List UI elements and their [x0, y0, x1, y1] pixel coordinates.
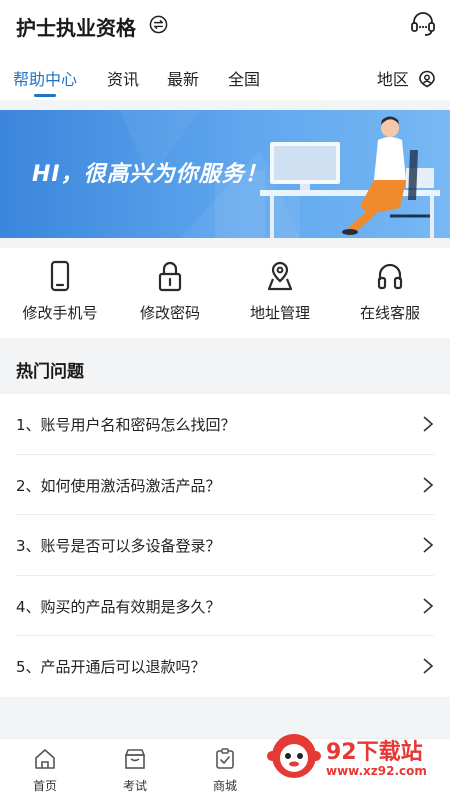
list-item[interactable]: 3、账号是否可以多设备登录？: [16, 515, 434, 576]
section-divider: [0, 100, 450, 110]
change-phone-button[interactable]: 修改手机号: [4, 248, 116, 338]
nav-exam[interactable]: 考试: [105, 747, 165, 794]
map-pin-icon: [267, 261, 293, 291]
lock-icon: [158, 261, 182, 292]
question-text: 1、账号用户名和密码怎么找回？: [16, 416, 236, 434]
headphones-icon: [377, 263, 403, 290]
question-text: 5、产品开通后可以退款吗？: [16, 658, 206, 676]
tab-latest[interactable]: 最新: [167, 66, 199, 90]
question-text: 4、购买的产品有效期是多久？: [16, 597, 221, 616]
tab-news[interactable]: 资讯: [107, 66, 139, 90]
watermark: 92下载站 www.xz92.com: [262, 722, 450, 786]
nav-label: 商城: [212, 779, 237, 793]
chevron-right-icon: [423, 416, 434, 432]
quick-action-label: 修改手机号: [22, 304, 98, 322]
location-person-icon: [419, 70, 435, 88]
list-item[interactable]: 2、如何使用激活码激活产品？: [16, 455, 434, 515]
region-selector[interactable]: 地区: [377, 66, 436, 90]
chevron-right-icon: [423, 658, 434, 674]
quick-actions: 修改手机号 修改密码 地址管理 在线客服: [0, 248, 450, 338]
phone-icon: [50, 260, 70, 292]
nav-home[interactable]: 首页: [15, 747, 75, 794]
swap-circle-icon[interactable]: [149, 15, 168, 34]
list-item[interactable]: 4、购买的产品有效期是多久？: [16, 576, 434, 636]
list-item[interactable]: 1、账号用户名和密码怎么找回？: [16, 394, 434, 455]
exam-box-icon: [125, 749, 145, 769]
change-password-button[interactable]: 修改密码: [114, 248, 226, 338]
section-divider: [0, 238, 450, 248]
active-tab-indicator: [34, 94, 56, 97]
headset-service-icon[interactable]: [410, 10, 436, 38]
quick-action-label: 在线客服: [359, 304, 420, 322]
question-text: 2、如何使用激活码激活产品？: [16, 476, 221, 495]
watermark-text: 92下载站: [326, 740, 423, 765]
question-text: 3、账号是否可以多设备登录？: [16, 537, 221, 555]
tab-national[interactable]: 全国: [228, 66, 260, 90]
chevron-right-icon: [423, 537, 434, 553]
nav-mall[interactable]: 商城: [195, 747, 255, 794]
nav-label: 首页: [32, 779, 57, 793]
app-title: 护士执业资格: [16, 16, 136, 40]
hot-questions-list: 1、账号用户名和密码怎么找回？ 2、如何使用激活码激活产品？ 3、账号是否可以多…: [0, 394, 450, 697]
quick-action-label: 地址管理: [249, 304, 310, 322]
banner-greeting: HI，很高兴为你服务！: [32, 162, 268, 187]
tab-help-center[interactable]: 帮助中心: [13, 66, 77, 90]
welcome-banner: HI，很高兴为你服务！: [0, 110, 450, 238]
category-tabs: 帮助中心 资讯 最新 全国 地区: [0, 58, 450, 98]
list-item[interactable]: 5、产品开通后可以退款吗？: [16, 636, 434, 697]
chevron-right-icon: [423, 476, 434, 493]
address-management-button[interactable]: 地址管理: [224, 248, 336, 338]
person-at-desk-illustration: [260, 116, 440, 238]
hot-questions-title: 热门问题: [16, 362, 84, 382]
home-icon: [35, 749, 55, 769]
region-label: 地区: [376, 70, 409, 89]
chevron-right-icon: [423, 597, 434, 614]
monkey-mascot-logo: [267, 734, 321, 778]
app-header: 护士执业资格: [0, 0, 450, 52]
watermark-url: www.xz92.com: [326, 764, 427, 778]
online-support-button[interactable]: 在线客服: [334, 248, 446, 338]
quick-action-label: 修改密码: [139, 304, 200, 322]
clipboard-check-icon: [216, 748, 234, 769]
nav-label: 考试: [122, 779, 147, 793]
